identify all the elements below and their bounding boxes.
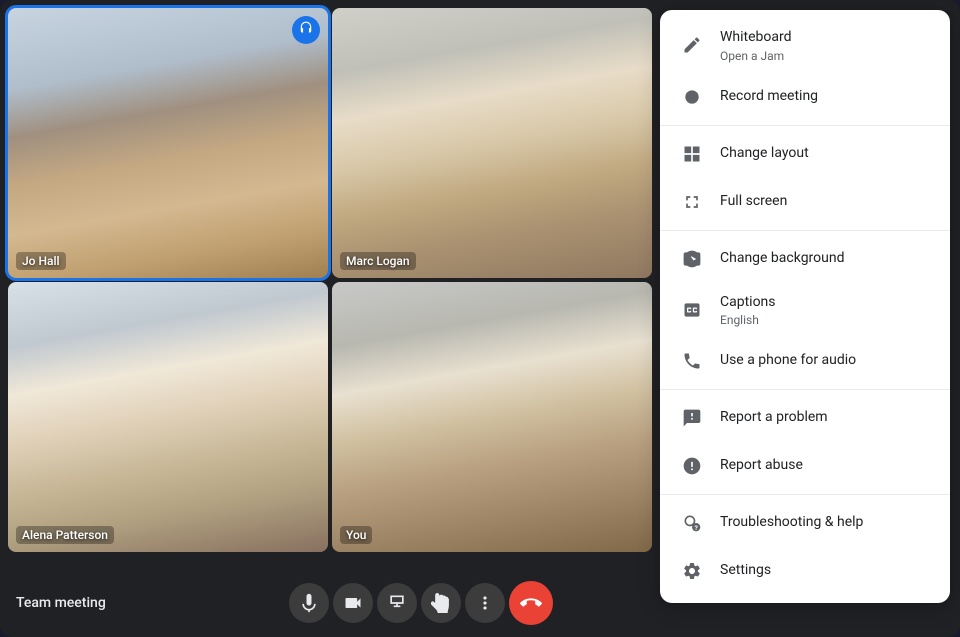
controls-bar bbox=[289, 581, 553, 625]
meeting-title: Team meeting bbox=[16, 595, 106, 611]
video-feed-4 bbox=[332, 282, 652, 552]
menu-label-whiteboard: Whiteboard bbox=[720, 28, 792, 48]
settings-icon bbox=[680, 559, 704, 583]
menu-item-settings[interactable]: Settings bbox=[660, 547, 950, 595]
menu-sublabel-whiteboard: Open a Jam bbox=[720, 49, 792, 63]
video-grid: Jo Hall Marc Logan Alena Patterson You bbox=[0, 0, 660, 560]
video-tile-marc: Marc Logan bbox=[332, 8, 652, 278]
divider-4 bbox=[660, 494, 950, 495]
hand-icon bbox=[431, 593, 451, 613]
menu-label-record: Record meeting bbox=[720, 87, 818, 107]
background-icon bbox=[680, 247, 704, 271]
menu-item-fullscreen[interactable]: Full screen bbox=[660, 178, 950, 226]
pencil-icon bbox=[680, 33, 704, 57]
record-icon bbox=[680, 85, 704, 109]
menu-text-background: Change background bbox=[720, 249, 845, 269]
phone-audio-icon bbox=[680, 349, 704, 373]
more-vert-icon bbox=[475, 593, 495, 613]
context-menu: Whiteboard Open a Jam Record meeting Cha… bbox=[660, 10, 950, 603]
divider-2 bbox=[660, 230, 950, 231]
speaking-indicator-1 bbox=[292, 16, 320, 44]
report-abuse-icon bbox=[680, 454, 704, 478]
menu-text-captions: Captions English bbox=[720, 293, 776, 328]
menu-item-phone-audio[interactable]: Use a phone for audio bbox=[660, 337, 950, 385]
video-tile-alena: Alena Patterson bbox=[8, 282, 328, 552]
present-icon bbox=[387, 593, 407, 613]
participant-name-2: Marc Logan bbox=[340, 252, 416, 270]
video-tile-jo-hall: Jo Hall bbox=[8, 8, 328, 278]
menu-item-record[interactable]: Record meeting bbox=[660, 73, 950, 121]
camera-button[interactable] bbox=[333, 583, 373, 623]
camera-icon bbox=[343, 593, 363, 613]
menu-text-whiteboard: Whiteboard Open a Jam bbox=[720, 28, 792, 63]
mic-icon bbox=[299, 593, 319, 613]
menu-item-background[interactable]: Change background bbox=[660, 235, 950, 283]
menu-text-layout: Change layout bbox=[720, 144, 809, 164]
help-icon: ? bbox=[680, 511, 704, 535]
menu-item-troubleshooting[interactable]: ? Troubleshooting & help bbox=[660, 499, 950, 547]
video-feed-2 bbox=[332, 8, 652, 278]
menu-label-fullscreen: Full screen bbox=[720, 192, 787, 212]
menu-label-settings: Settings bbox=[720, 561, 771, 581]
more-options-button[interactable] bbox=[465, 583, 505, 623]
present-button[interactable] bbox=[377, 583, 417, 623]
menu-text-phone-audio: Use a phone for audio bbox=[720, 351, 856, 371]
menu-item-captions[interactable]: Captions English bbox=[660, 283, 950, 338]
participant-name-1: Jo Hall bbox=[16, 252, 66, 270]
video-tile-you: You bbox=[332, 282, 652, 552]
menu-text-report-abuse: Report abuse bbox=[720, 456, 803, 476]
divider-3 bbox=[660, 389, 950, 390]
raise-hand-button[interactable] bbox=[421, 583, 461, 623]
menu-label-report-abuse: Report abuse bbox=[720, 456, 803, 476]
menu-item-report-abuse[interactable]: Report abuse bbox=[660, 442, 950, 490]
menu-item-whiteboard[interactable]: Whiteboard Open a Jam bbox=[660, 18, 950, 73]
menu-label-layout: Change layout bbox=[720, 144, 809, 164]
menu-item-layout[interactable]: Change layout bbox=[660, 130, 950, 178]
audio-wave-icon bbox=[299, 21, 313, 39]
menu-sublabel-captions: English bbox=[720, 313, 776, 327]
menu-label-phone-audio: Use a phone for audio bbox=[720, 351, 856, 371]
menu-text-report-problem: Report a problem bbox=[720, 408, 828, 428]
video-feed-3 bbox=[8, 282, 328, 552]
participant-name-3: Alena Patterson bbox=[16, 526, 114, 544]
bottom-bar: Team meeting bbox=[0, 569, 660, 637]
menu-label-background: Change background bbox=[720, 249, 845, 269]
end-call-button[interactable] bbox=[509, 581, 553, 625]
meeting-container: Jo Hall Marc Logan Alena Patterson You T… bbox=[0, 0, 960, 637]
menu-label-troubleshooting: Troubleshooting & help bbox=[720, 513, 863, 533]
video-feed-1 bbox=[8, 8, 328, 278]
layout-icon bbox=[680, 142, 704, 166]
menu-text-record: Record meeting bbox=[720, 87, 818, 107]
report-problem-icon bbox=[680, 406, 704, 430]
participant-name-4: You bbox=[340, 526, 372, 544]
menu-label-captions: Captions bbox=[720, 293, 776, 313]
menu-text-fullscreen: Full screen bbox=[720, 192, 787, 212]
fullscreen-icon bbox=[680, 190, 704, 214]
captions-icon bbox=[680, 298, 704, 322]
menu-item-report-problem[interactable]: Report a problem bbox=[660, 394, 950, 442]
menu-label-report-problem: Report a problem bbox=[720, 408, 828, 428]
divider-1 bbox=[660, 125, 950, 126]
end-call-icon bbox=[520, 592, 542, 614]
mic-button[interactable] bbox=[289, 583, 329, 623]
menu-text-troubleshooting: Troubleshooting & help bbox=[720, 513, 863, 533]
menu-text-settings: Settings bbox=[720, 561, 771, 581]
